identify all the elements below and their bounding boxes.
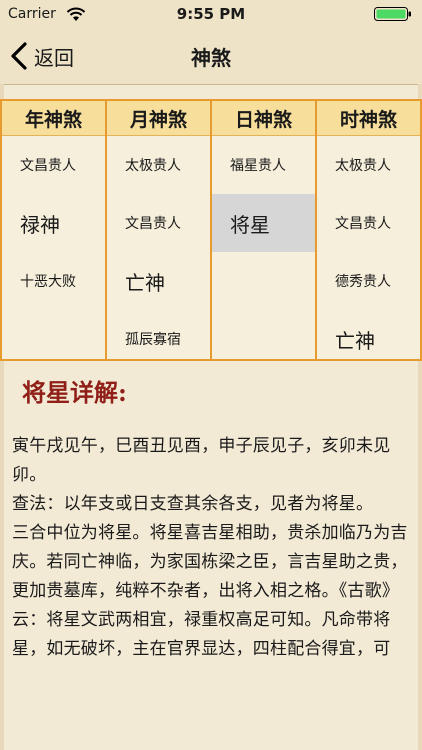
shensha-cell[interactable]: 德秀贵人 <box>317 252 420 310</box>
column-header: 月神煞 <box>107 101 210 136</box>
shensha-cell[interactable]: 禄神 <box>2 194 105 252</box>
column-header: 年神煞 <box>2 101 105 136</box>
page-title: 神煞 <box>191 46 231 70</box>
detail-paragraph: 寅午戌见午，巳酉丑见酉，申子辰见子，亥卯未见卯。 <box>12 436 391 485</box>
column-header: 时神煞 <box>317 101 420 136</box>
shensha-cell[interactable] <box>212 310 315 368</box>
navigation-bar: 返回 神煞 <box>0 28 422 85</box>
shensha-cell[interactable] <box>212 252 315 310</box>
shensha-cell[interactable]: 文昌贵人 <box>107 194 210 252</box>
shensha-cell[interactable]: 福星贵人 <box>212 136 315 194</box>
shensha-cell[interactable]: 太极贵人 <box>107 136 210 194</box>
shensha-table: 年神煞 文昌贵人 禄神 十恶大败 月神煞 太极贵人 文昌贵人 亡神 孤辰寡宿 日… <box>0 99 422 361</box>
shensha-cell[interactable]: 孤辰寡宿 <box>107 310 210 368</box>
column-day: 日神煞 福星贵人 将星 <box>211 99 316 361</box>
shensha-cell[interactable] <box>2 310 105 368</box>
shensha-cell[interactable]: 文昌贵人 <box>2 136 105 194</box>
column-year: 年神煞 文昌贵人 禄神 十恶大败 <box>0 99 106 361</box>
column-header: 日神煞 <box>212 101 315 136</box>
shensha-cell[interactable]: 亡神 <box>107 252 210 310</box>
detail-title: 将星详解: <box>22 378 127 407</box>
shensha-cell[interactable]: 太极贵人 <box>317 136 420 194</box>
detail-paragraph: 三合中位为将星。将星喜吉星相助，贵杀加临乃为吉庆。若同亡神临，为家国栋梁之臣，言… <box>12 523 408 659</box>
detail-paragraph: 查法：以年支或日支查其余各支，见者为将星。 <box>12 494 374 514</box>
shensha-cell[interactable]: 将星 <box>212 194 315 252</box>
battery-icon <box>374 7 411 21</box>
column-hour: 时神煞 太极贵人 文昌贵人 德秀贵人 亡神 <box>316 99 422 361</box>
status-bar: Carrier 9:55 PM <box>0 0 422 28</box>
clock: 9:55 PM <box>176 5 246 23</box>
column-month: 月神煞 太极贵人 文昌贵人 亡神 孤辰寡宿 <box>106 99 211 361</box>
shensha-cell[interactable]: 文昌贵人 <box>317 194 420 252</box>
shensha-cell[interactable]: 亡神 <box>317 310 420 368</box>
detail-text: 寅午戌见午，巳酉丑见酉，申子辰见子，亥卯未见卯。 查法：以年支或日支查其余各支，… <box>12 432 410 664</box>
shensha-cell[interactable]: 十恶大败 <box>2 252 105 310</box>
